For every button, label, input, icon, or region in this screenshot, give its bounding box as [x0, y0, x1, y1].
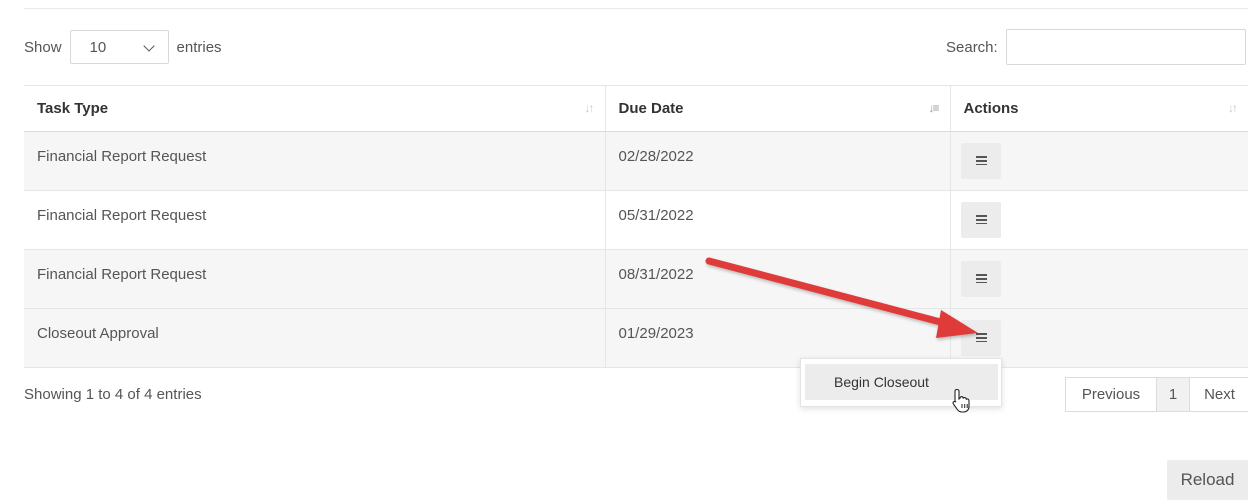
hand-cursor-icon	[952, 388, 970, 413]
annotation-arrow-icon	[705, 257, 978, 338]
